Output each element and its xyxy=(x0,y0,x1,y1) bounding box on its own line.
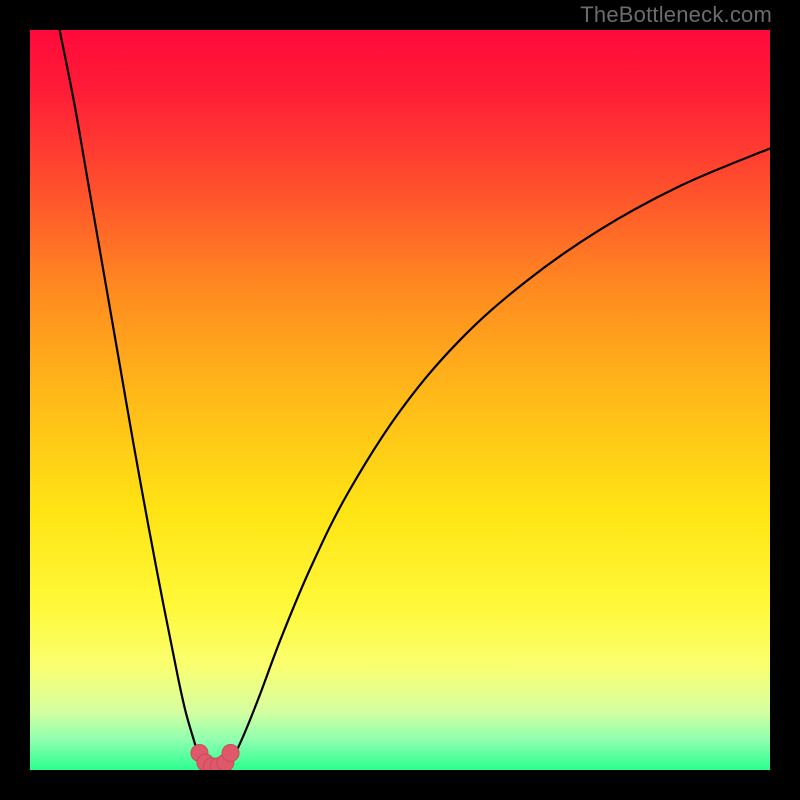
chart-frame: TheBottleneck.com xyxy=(0,0,800,800)
curve-right-branch xyxy=(228,148,770,762)
watermark-text: TheBottleneck.com xyxy=(580,2,772,28)
curve-minimum-markers xyxy=(191,744,239,770)
curve-left-branch xyxy=(60,30,204,763)
curve-layer xyxy=(30,30,770,770)
marker-dot xyxy=(222,744,239,761)
plot-area xyxy=(30,30,770,770)
